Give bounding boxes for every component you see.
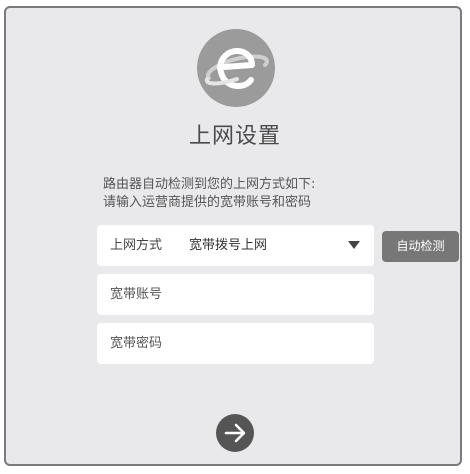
account-field-wrapper [97,274,374,315]
connection-type-value: 宽带拨号上网 [189,238,268,253]
triangle-down-icon[interactable] [348,241,360,249]
arrow-right-icon [224,423,246,443]
password-field-wrapper [97,323,374,364]
planet-logo-icon [197,29,275,107]
description-line-2: 请输入运营商提供的宽带账号和密码 [103,195,312,210]
password-input[interactable] [97,323,374,364]
page-title: 上网设置 [188,124,281,149]
next-button[interactable] [216,414,254,452]
description-line-1: 路由器自动检测到您的上网方式如下: [103,177,316,192]
account-input[interactable] [97,274,374,315]
auto-detect-button[interactable]: 自动检测 [382,231,459,262]
connection-type-label: 上网方式 [110,238,163,253]
page-description: 路由器自动检测到您的上网方式如下: 请输入运营商提供的宽带账号和密码 [103,176,315,212]
connection-type-select[interactable]: 上网方式 宽带拨号上网 [97,225,374,266]
